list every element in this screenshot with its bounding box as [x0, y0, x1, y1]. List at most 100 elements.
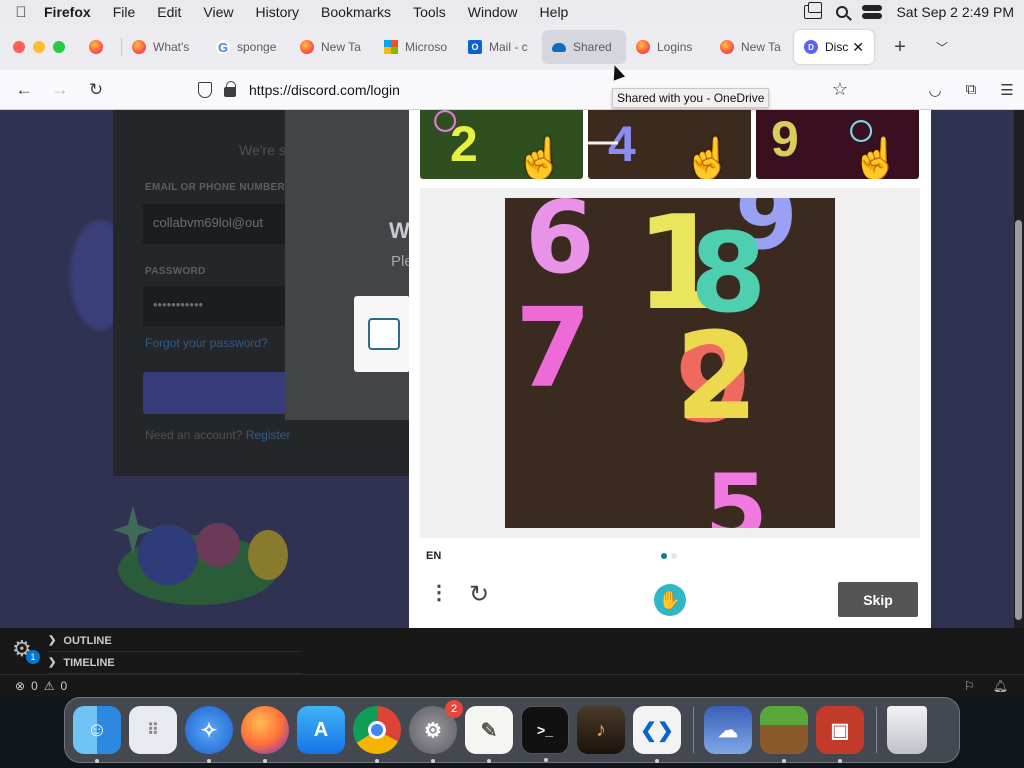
firefox-nav-bar: ← → ↻ https://discord.com/login ☆ ◡ ⧉ ☰ — [0, 70, 1024, 110]
google-icon: G — [216, 39, 230, 55]
garageband-guitar-icon[interactable]: ♪ — [577, 706, 625, 754]
menu-file[interactable]: File — [113, 4, 136, 20]
tab-outlook-mail[interactable]: O Mail - c — [458, 30, 542, 64]
login-subtitle: We're s — [239, 142, 286, 158]
extensions-puzzle-icon[interactable]: ⧉ — [962, 81, 980, 99]
tab-microsoft[interactable]: Microso — [374, 30, 458, 64]
feedback-icon[interactable]: ⚐ — [964, 679, 975, 693]
register-link[interactable]: Register — [246, 428, 291, 442]
spotlight-search-icon[interactable] — [836, 6, 849, 18]
photo-booth-icon[interactable]: ▣ — [816, 706, 864, 763]
firefox-icon — [300, 40, 314, 54]
hcaptcha-challenge: 2 ○ ☝ 4 — ☝ 9 ○ ☝ 6 9 1 8 9 7 2 9 5 EN — [409, 110, 931, 628]
chrome-icon[interactable] — [353, 706, 401, 763]
tab-logins[interactable]: Logins — [626, 30, 710, 64]
firefox-icon — [132, 40, 146, 54]
launchpad-icon[interactable]: ⠿ — [129, 706, 177, 754]
onedrive-icon — [552, 42, 566, 52]
menu-bookmarks[interactable]: Bookmarks — [321, 4, 391, 20]
tracking-protection-shield-icon[interactable] — [198, 81, 212, 98]
bookmark-star-icon[interactable]: ☆ — [832, 79, 848, 100]
zoom-window-button[interactable] — [53, 41, 65, 53]
timeline-section[interactable]: ❯ TIMELINE — [48, 652, 302, 674]
menu-app-name[interactable]: Firefox — [44, 4, 91, 20]
hamburger-menu-icon[interactable]: ☰ — [998, 81, 1016, 99]
finder-icon[interactable]: ☺ — [73, 706, 121, 763]
url-text[interactable]: https://discord.com/login — [249, 82, 400, 98]
progress-dot — [671, 553, 677, 559]
tab-pinned-firefox[interactable] — [77, 30, 121, 64]
refresh-challenge-icon[interactable]: ↻ — [469, 583, 489, 607]
outlook-icon: O — [468, 40, 482, 54]
macos-dock: ☺ ⠿ ✧ A ⚙ 2 ✎ >_ ♪ ❮❯ ☁ ▣ — [64, 697, 960, 763]
kebab-menu-icon[interactable]: ⋮ — [429, 583, 449, 603]
skip-button[interactable]: Skip — [838, 582, 918, 617]
reload-icon[interactable]: ↻ — [78, 80, 114, 100]
back-arrow-icon[interactable]: ← — [6, 80, 42, 100]
settings-badge: 1 — [26, 650, 40, 664]
example-image: 4 — ☝ — [588, 110, 751, 179]
list-all-tabs-chevron-icon[interactable]: ﹀ — [928, 39, 956, 56]
hcaptcha-logo-icon[interactable]: ✋ — [654, 584, 686, 616]
app-store-icon[interactable]: A — [297, 706, 345, 754]
tab-onedrive-shared[interactable]: Shared — [542, 30, 626, 64]
challenge-digit: 7 — [515, 284, 592, 412]
control-center-icon[interactable] — [862, 5, 883, 19]
tab-google-sponge[interactable]: Gsponge — [206, 30, 290, 64]
hcaptcha-checkbox[interactable] — [368, 318, 400, 350]
tab-new-tab[interactable]: New Ta — [290, 30, 374, 64]
firefox-tab-bar: What's Gsponge New Ta Microso O Mail - c … — [0, 24, 1024, 70]
safari-icon[interactable]: ✧ — [185, 706, 233, 763]
tab-new-tab-2[interactable]: New Ta — [710, 30, 794, 64]
menu-edit[interactable]: Edit — [157, 4, 181, 20]
weather-icon[interactable]: ☁ — [704, 706, 752, 754]
vscode-icon[interactable]: ❮❯ — [633, 706, 681, 763]
tab-label: New Ta — [741, 40, 781, 54]
challenge-image[interactable]: 6 9 1 8 9 7 2 9 5 — [505, 198, 835, 528]
forward-arrow-icon[interactable]: → — [42, 80, 78, 100]
secure-lock-icon[interactable] — [224, 80, 236, 97]
error-icon: ⊗ — [15, 678, 26, 693]
pocket-icon[interactable]: ◡ — [926, 81, 944, 99]
menubar-clock[interactable]: Sat Sep 2 2:49 PM — [896, 4, 1014, 20]
example-image: 2 ○ ☝ — [420, 110, 583, 179]
page-scrollbar-thumb[interactable] — [1015, 220, 1022, 620]
running-indicator — [782, 759, 786, 763]
menu-history[interactable]: History — [255, 4, 299, 20]
close-tab-icon[interactable]: ✕ — [848, 39, 864, 56]
language-selector[interactable]: EN — [426, 550, 441, 562]
menu-help[interactable]: Help — [540, 4, 569, 20]
menu-tools[interactable]: Tools — [413, 4, 446, 20]
notifications-bell-icon[interactable]: 🔔︎ — [993, 679, 1008, 693]
apple-menu-icon[interactable]:  — [10, 4, 32, 21]
tab-discord-active[interactable]: D Disco✕ — [794, 30, 874, 64]
new-tab-plus-icon[interactable]: + — [886, 36, 914, 59]
firefox-icon[interactable] — [241, 706, 289, 763]
menu-window[interactable]: Window — [468, 4, 518, 20]
textedit-icon[interactable]: ✎ — [465, 706, 513, 763]
close-window-button[interactable] — [13, 41, 25, 53]
tab-whats-new[interactable]: What's — [122, 30, 206, 64]
warning-icon: ⚠ — [43, 678, 55, 693]
chrome-center — [368, 721, 386, 739]
macos-menubar:  Firefox File Edit View History Bookmar… — [0, 0, 1024, 24]
notification-badge: 2 — [445, 700, 463, 718]
system-settings-gear-icon[interactable]: ⚙ 2 — [409, 700, 463, 763]
running-indicator — [207, 759, 211, 763]
running-indicator — [487, 759, 491, 763]
forgot-password-link[interactable]: Forgot your password? — [145, 336, 268, 350]
challenge-digit: 5 — [705, 455, 768, 529]
screen-mirroring-icon[interactable] — [804, 2, 823, 19]
trash-icon[interactable] — [887, 706, 927, 754]
outline-section[interactable]: ❯ OUTLINE — [48, 630, 302, 652]
menu-view[interactable]: View — [203, 4, 233, 20]
example-images: 2 ○ ☝ 4 — ☝ 9 ○ ☝ — [420, 110, 919, 179]
minecraft-icon[interactable] — [760, 706, 808, 763]
challenge-digit: 6 — [525, 198, 595, 296]
progress-dot-active — [661, 553, 667, 559]
tab-label: What's — [153, 40, 190, 54]
terminal-icon[interactable]: >_ — [521, 706, 569, 762]
minimize-window-button[interactable] — [33, 41, 45, 53]
modal-heading: W — [389, 218, 410, 243]
problems-indicator[interactable]: ⊗ 0 ⚠ 0 — [15, 679, 67, 693]
